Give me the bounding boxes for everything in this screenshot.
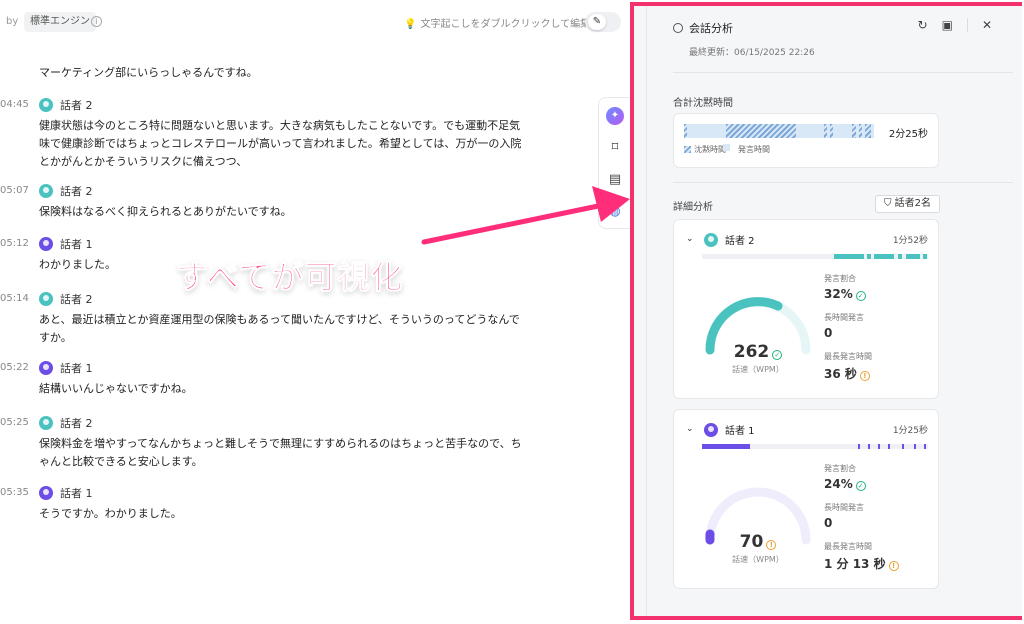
refresh-icon[interactable]: ↻ — [918, 18, 928, 32]
ratio-stat: 発言割合 32% ✓ — [824, 273, 866, 301]
legend-silence: 沈黙時間 — [684, 144, 726, 155]
header-separator — [966, 18, 968, 32]
silence-total: 2分25秒 — [888, 129, 928, 140]
long-speech-stat: 長時間発言 0 — [824, 313, 864, 340]
silence-label: 合計沈黙時間 — [673, 98, 733, 109]
detail-label: 詳細分析 — [673, 202, 713, 213]
speaker-duration: 1分52秒 — [892, 236, 928, 246]
check-icon: ✓ — [772, 350, 783, 360]
wpm-gauge: 262 ✓ 話速（WPM） — [698, 288, 818, 388]
wpm-label: 話速（WPM） — [732, 365, 784, 374]
speaker-talk-timeline — [702, 254, 928, 259]
speaker-talk-timeline — [702, 444, 928, 449]
avatar — [704, 422, 718, 437]
check-icon: ✓ — [855, 481, 866, 491]
long-speech-stat: 長時間発言 0 — [824, 503, 864, 530]
panel-title: 会話分析 — [673, 20, 733, 36]
avatar — [704, 232, 718, 247]
silence-card: 2分25秒 沈黙時間 発言時間 — [673, 113, 939, 168]
ratio-stat: 発言割合 24% ✓ — [824, 463, 866, 491]
close-icon[interactable]: ✕ — [982, 18, 992, 32]
wpm-value: 262 ✓ — [698, 342, 818, 362]
silence-legend: 沈黙時間 発言時間 — [684, 144, 770, 155]
warning-icon: ! — [859, 371, 870, 381]
speaker-name: 話者 1 — [704, 422, 755, 437]
speaker-card: ⌄ 話者 1 1分25秒 70 ! 話速（WPM） 発言割合 24% ✓ 長時間… — [673, 409, 939, 589]
chevron-down-icon[interactable]: ⌄ — [686, 234, 694, 244]
wpm-label: 話速（WPM） — [732, 555, 784, 564]
clock-icon — [673, 23, 683, 33]
wpm-gauge: 70! 話速（WPM） — [698, 478, 818, 578]
max-speech-stat: 最長発言時間 36 秒! — [824, 352, 872, 381]
panel-divider — [673, 182, 1013, 183]
panel-title-text: 会話分析 — [689, 22, 733, 35]
wpm-value: 70! — [698, 532, 818, 552]
legend-speech: 発言時間 — [723, 144, 770, 155]
warning-icon: ! — [766, 540, 777, 550]
filter-icon: ⛉ — [883, 198, 895, 209]
silence-timeline — [684, 124, 874, 138]
speaker-card: ⌄ 話者 2 1分52秒 262 ✓ 話速（WPM） 発言割合 32% ✓ 長時… — [673, 219, 939, 399]
speaker-duration: 1分25秒 — [892, 426, 928, 436]
panel-header-icons: ↻ ▣ ✕ — [918, 18, 992, 32]
check-icon: ✓ — [855, 291, 866, 301]
last-updated: 最終更新：06/15/2025 22:26 — [689, 48, 815, 58]
annotation-callout: すべてが可視化 — [175, 258, 404, 297]
analysis-panel-frame: 会話分析 ↻ ▣ ✕ 最終更新：06/15/2025 22:26 合計沈黙時間 — [630, 2, 1022, 620]
speaker-filter-button[interactable]: ⛉ 話者2名 — [875, 195, 940, 213]
app-window: by 標準エンジン i 💡 文字起こしをダブルクリックして編集 ✎ マーケティング… — [0, 0, 1024, 624]
panel-divider — [673, 72, 1013, 73]
speaker-name: 話者 2 — [704, 232, 755, 247]
warning-icon: ! — [888, 561, 899, 571]
analysis-panel: 会話分析 ↻ ▣ ✕ 最終更新：06/15/2025 22:26 合計沈黙時間 — [646, 6, 1022, 616]
max-speech-stat: 最長発言時間 1 分 13 秒! — [824, 541, 899, 572]
message-icon[interactable]: ▣ — [942, 18, 953, 32]
chevron-down-icon[interactable]: ⌄ — [686, 424, 694, 434]
